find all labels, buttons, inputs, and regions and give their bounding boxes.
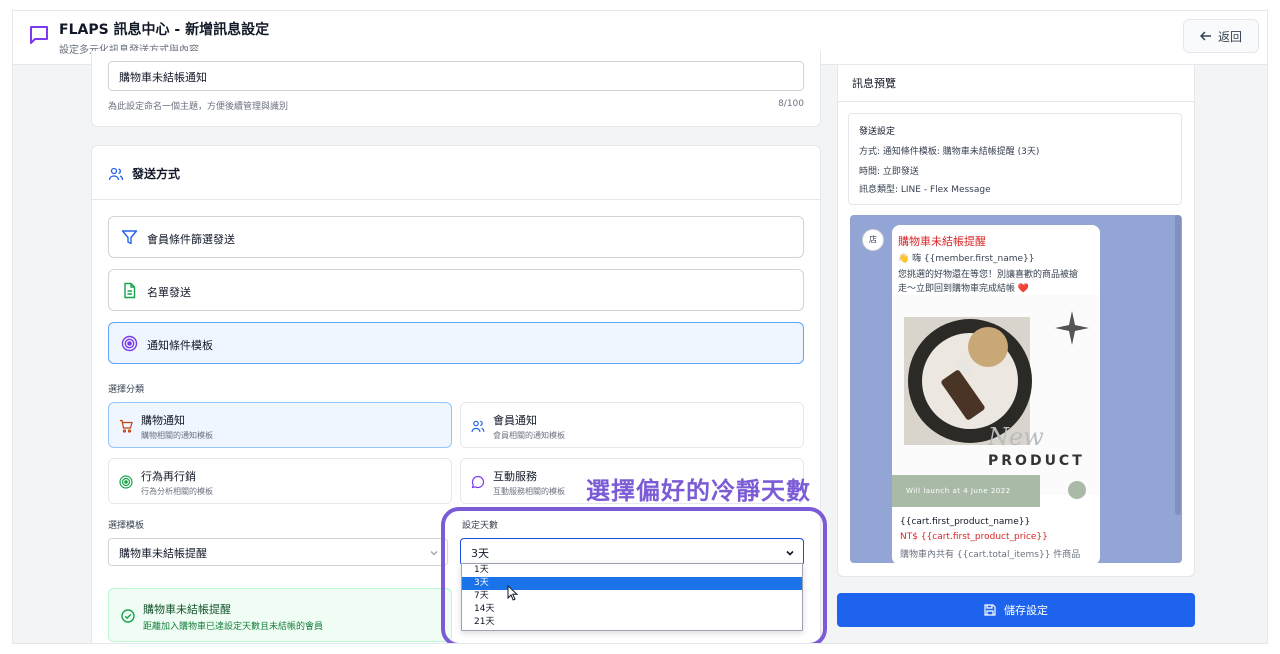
settings-title: 發送設定 [859,127,896,137]
bubble-title: 購物車未結帳提醒 [898,235,986,248]
arrow-left-icon [1199,31,1211,41]
send-method-title: 發送方式 [132,167,181,181]
template-label: 選擇模板 [108,521,145,531]
document-icon [124,282,136,299]
category-label: 選擇分類 [108,385,145,395]
product-photo-graphic: New PRODUCT [892,295,1100,495]
settings-type: 訊息類型: LINE - Flex Message [859,185,991,195]
category-title: 行為再行銷 [141,470,196,483]
new-script-text: New [987,423,1044,451]
bubble-body-line: 您挑選的好物還在等您！別讓喜歡的商品被搶 [898,270,1079,280]
template-info-desc: 距離加入購物車已達設定天數且未結帳的會員 [143,622,324,632]
name-input[interactable]: 購物車未結帳通知 [108,61,804,91]
flex-message-bubble: 購物車未結帳提醒 👋 嗨 {{member.first_name}} 您挑選的好… [892,225,1100,563]
app-window: FLAPS 訊息中心 - 新增訊息設定 設定多元化訊息發送方式與內容 返回 購物… [12,10,1268,644]
template-info: 購物車未結帳提醒 距離加入購物車已達設定天數且未結帳的會員 [108,588,452,642]
template-info-title: 購物車未結帳提醒 [143,603,231,616]
preview-scrollbar[interactable] [1175,215,1181,515]
save-icon [984,604,996,616]
template-select-value: 購物車未結帳提醒 [119,547,207,560]
decorative-dot [1068,481,1086,499]
annotation-highlight-box [441,507,827,643]
category-desc: 行為分析相關的模板 [141,487,213,496]
name-hint: 為此設定命名一個主題，方便後續管理與識別 [108,102,289,112]
option-label: 會員條件篩選發送 [147,233,235,246]
category-title: 會員通知 [493,414,537,427]
save-settings-button[interactable]: 儲存設定 [837,593,1195,627]
preview-settings: 發送設定 方式: 通知條件模板: 購物車未結帳提醒 (3天) 時間: 立即發送 … [848,113,1182,205]
product-image: New PRODUCT [892,295,1100,495]
chat-bubble-icon [30,26,48,44]
category-desc: 購物相關的通知模板 [141,431,213,440]
category-shopping[interactable]: 購物通知 購物相關的通知模板 [108,402,452,448]
bubble-greeting: 👋 嗨 {{member.first_name}} [898,254,1035,264]
users-icon [108,167,124,181]
category-title: 購物通知 [141,414,185,427]
option-member-filter[interactable]: 會員條件篩選發送 [108,216,804,258]
line-chat-preview: 店 購物車未結帳提醒 👋 嗨 {{member.first_name}} 您挑選… [850,215,1182,563]
product-text: PRODUCT [988,453,1085,469]
product-price-var: NT$ {{cart.first_product_price}} [900,532,1048,542]
option-list-send[interactable]: 名單發送 [108,269,804,311]
category-desc: 互動服務相關的模板 [493,487,565,496]
category-member[interactable]: 會員通知 會員相關的通知模板 [460,402,804,448]
product-name-var: {{cart.first_product_name}} [900,517,1031,527]
template-select[interactable]: 購物車未結帳提醒 [108,538,448,566]
category-title: 互動服務 [493,470,537,483]
category-behavior[interactable]: 行為再行銷 行為分析相關的模板 [108,458,452,504]
target-icon [119,475,133,489]
category-desc: 會員相關的通知模板 [493,431,565,440]
preview-panel: 訊息預覽 發送設定 方式: 通知條件模板: 購物車未結帳提醒 (3天) 時間: … [837,65,1195,577]
target-icon [121,335,138,352]
launch-banner: Will launch at 4 June 2022 [892,475,1040,507]
save-button-label: 儲存設定 [1004,604,1048,617]
back-button-label: 返回 [1217,29,1242,44]
back-button[interactable]: 返回 [1183,19,1259,53]
total-items-var: 購物車內共有 {{cart.total_items}} 件商品 [900,550,1081,560]
chat-icon [471,475,485,489]
filter-icon [121,230,138,245]
chevron-down-icon [430,551,438,556]
send-method-header: 發送方式 [92,146,820,200]
option-label: 通知條件模板 [147,339,213,352]
check-circle-icon [121,609,135,623]
settings-time: 時間: 立即發送 [859,167,919,177]
preview-title: 訊息預覽 [852,77,896,90]
users-icon [471,420,485,433]
cart-icon [120,419,133,433]
divider [838,101,1194,102]
bubble-body-line: 走～立即回到購物車完成結帳 ❤️ [898,284,1030,294]
page-title: FLAPS 訊息中心 - 新增訊息設定 [59,22,270,38]
name-char-count: 8/100 [778,99,804,109]
option-label: 名單發送 [147,286,191,299]
annotation-callout: 選擇偏好的冷靜天數 [586,477,811,505]
option-notify-template[interactable]: 通知條件模板 [108,322,804,364]
settings-method: 方式: 通知條件模板: 購物車未結帳提醒 (3天) [859,147,1040,157]
avatar: 店 [862,229,884,251]
name-card: 購物車未結帳通知 為此設定命名一個主題，方便後續管理與識別 8/100 [91,51,821,127]
